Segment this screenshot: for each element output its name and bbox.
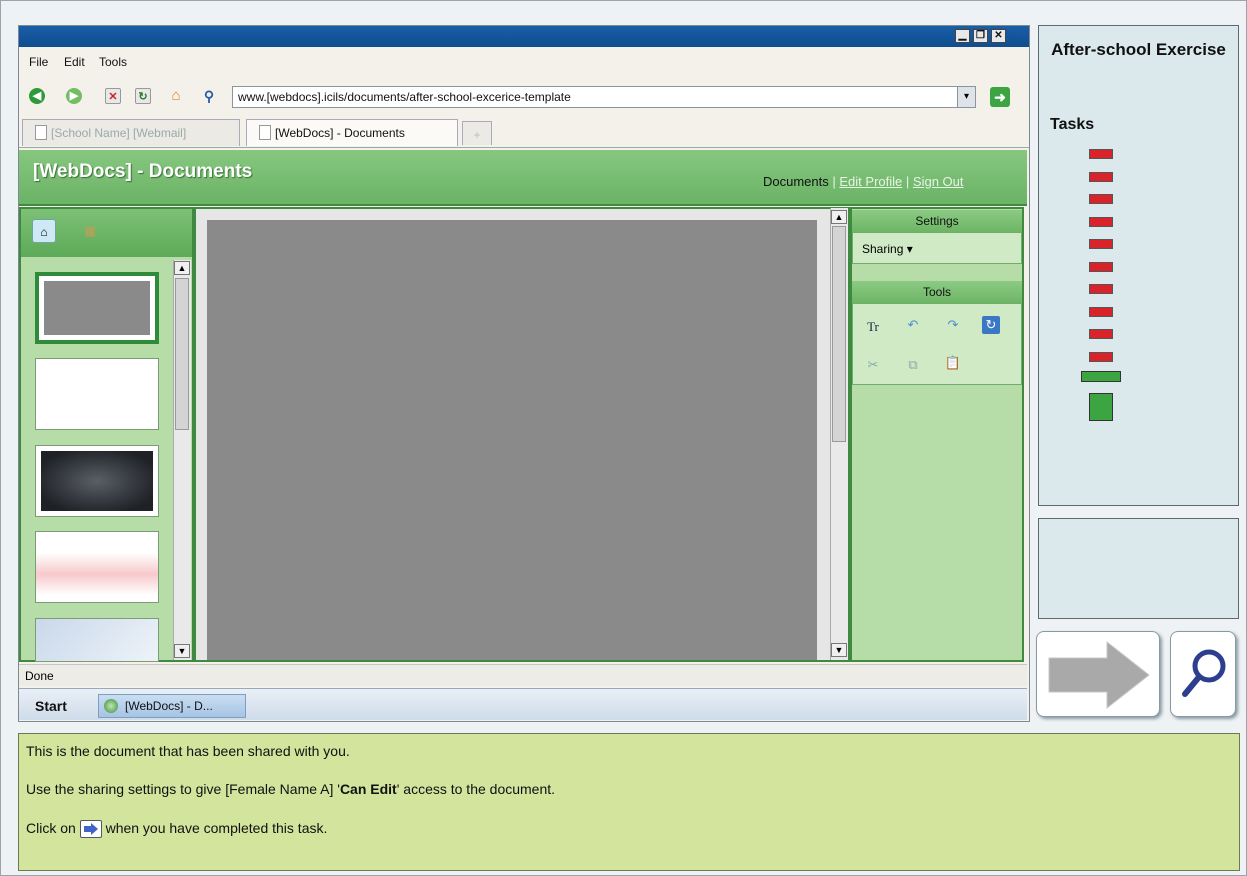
task-marker-incomplete xyxy=(1089,194,1113,204)
refresh-icon[interactable]: ↻ xyxy=(982,316,1000,334)
close-button[interactable]: ✕ xyxy=(991,29,1006,43)
cut-icon[interactable]: ✂ xyxy=(864,356,882,374)
redo-icon[interactable]: ↷ xyxy=(944,316,962,334)
tools-header: Tools xyxy=(852,281,1022,303)
paste-icon[interactable]: 📋 xyxy=(944,354,962,372)
task-marker-incomplete xyxy=(1089,239,1113,249)
menu-bar: File Edit Tools xyxy=(19,48,1029,74)
link-separator: | xyxy=(905,174,910,189)
search-icon[interactable]: ⚲ xyxy=(201,88,217,104)
page-icon xyxy=(259,125,271,140)
task-marker-incomplete xyxy=(1089,351,1113,362)
slide-thumbnail[interactable] xyxy=(35,531,159,603)
grid-view-icon[interactable]: ▦ xyxy=(78,219,102,243)
instruction-text: Click on xyxy=(26,820,76,836)
scroll-down-icon[interactable]: ▼ xyxy=(831,643,847,657)
inline-next-icon xyxy=(79,820,102,839)
side-panel xyxy=(850,207,1024,662)
edit-profile-link[interactable]: Edit Profile xyxy=(839,174,902,189)
text-format-icon[interactable]: Tr xyxy=(864,318,882,336)
menu-tools[interactable]: Tools xyxy=(99,55,127,69)
instruction-text: Use the sharing settings to give [Female… xyxy=(26,781,340,797)
search-button[interactable] xyxy=(1170,631,1236,717)
task-marker-incomplete xyxy=(1089,171,1113,182)
page-icon xyxy=(35,125,47,140)
task-marker-incomplete xyxy=(1089,306,1113,317)
tab-webmail[interactable]: [School Name] [Webmail] xyxy=(22,119,240,146)
browser-icon xyxy=(104,699,118,713)
link-separator: | xyxy=(832,174,836,189)
task-marker-active xyxy=(1089,393,1113,421)
instruction-line-2: Use the sharing settings to give [Female… xyxy=(26,781,555,797)
task-marker-incomplete xyxy=(1089,329,1113,339)
app-title: [WebDocs] - Documents xyxy=(33,161,253,182)
menu-edit[interactable]: Edit xyxy=(64,55,85,69)
task-marker-incomplete xyxy=(1089,216,1113,227)
scroll-thumb[interactable] xyxy=(832,226,846,442)
can-edit-label: Can Edit xyxy=(339,781,397,797)
scroll-thumb[interactable] xyxy=(175,278,189,430)
settings-header: Settings xyxy=(852,210,1022,232)
instruction-text: ' access to the document. xyxy=(396,781,556,797)
slide-thumbnail[interactable] xyxy=(35,358,159,430)
new-tab-button[interactable]: + xyxy=(462,121,492,145)
taskbar-item-label: [WebDocs] - D... xyxy=(125,699,213,713)
task-marker-incomplete xyxy=(1089,149,1113,159)
info-box xyxy=(1038,518,1239,619)
stop-icon[interactable]: ✕ xyxy=(105,88,121,104)
sign-out-link[interactable]: Sign Out xyxy=(913,174,964,189)
go-button[interactable]: ➜ xyxy=(990,87,1010,107)
copy-icon[interactable]: ⧉ xyxy=(904,356,922,374)
tab-webdocs[interactable]: [WebDocs] - Documents xyxy=(246,119,458,146)
next-arrow-icon xyxy=(1048,640,1150,710)
task-marker-incomplete xyxy=(1089,284,1113,294)
task-marker-incomplete xyxy=(1089,261,1113,272)
instruction-text: when you have completed this task. xyxy=(105,820,328,836)
scroll-up-icon[interactable]: ▲ xyxy=(174,261,190,275)
task-marker-current xyxy=(1081,371,1121,382)
scroll-up-icon[interactable]: ▲ xyxy=(831,210,847,224)
exercise-title: After-school Exercise xyxy=(1051,40,1226,59)
documents-link[interactable]: Documents xyxy=(763,174,829,189)
magnifier-icon xyxy=(1182,649,1226,697)
header-links: Documents | Edit Profile | Sign Out xyxy=(763,174,964,189)
home-icon[interactable]: ⌂ xyxy=(168,88,184,104)
slide-thumbnail[interactable] xyxy=(35,445,159,517)
start-button[interactable]: Start xyxy=(35,698,67,714)
home-view-icon[interactable]: ⌂ xyxy=(32,219,56,243)
tasks-label: Tasks xyxy=(1050,116,1095,133)
instruction-line-1: This is the document that has been share… xyxy=(26,743,350,759)
undo-icon[interactable]: ↶ xyxy=(904,316,922,334)
taskbar-item-webdocs[interactable]: [WebDocs] - D... xyxy=(98,694,246,718)
tab-label: [WebDocs] - Documents xyxy=(275,126,405,140)
sharing-dropdown[interactable]: Sharing ▾ xyxy=(862,242,913,256)
document-canvas[interactable] xyxy=(207,220,817,660)
tab-label: [School Name] [Webmail] xyxy=(51,126,187,140)
next-button[interactable] xyxy=(1036,631,1160,717)
instruction-line-3: Click on when you have completed this ta… xyxy=(26,820,328,839)
minimize-button[interactable]: ▁ xyxy=(955,29,970,43)
slide-thumbnail[interactable] xyxy=(35,618,159,662)
restore-button[interactable]: ❐ xyxy=(973,29,988,43)
back-icon[interactable]: ◀ xyxy=(29,88,45,104)
slide-thumbnail[interactable] xyxy=(35,272,159,344)
menu-file[interactable]: File xyxy=(29,55,48,69)
browser-titlebar xyxy=(19,26,1029,47)
forward-icon[interactable]: ▶ xyxy=(66,88,82,104)
refresh-icon[interactable]: ↻ xyxy=(135,88,151,104)
address-dropdown-icon[interactable]: ▾ xyxy=(957,87,975,107)
address-bar[interactable]: www.[webdocs].icils/documents/after-scho… xyxy=(232,86,976,108)
exercise-sidebar xyxy=(1038,25,1239,506)
status-bar: Done xyxy=(19,664,1027,686)
scroll-down-icon[interactable]: ▼ xyxy=(174,644,190,658)
